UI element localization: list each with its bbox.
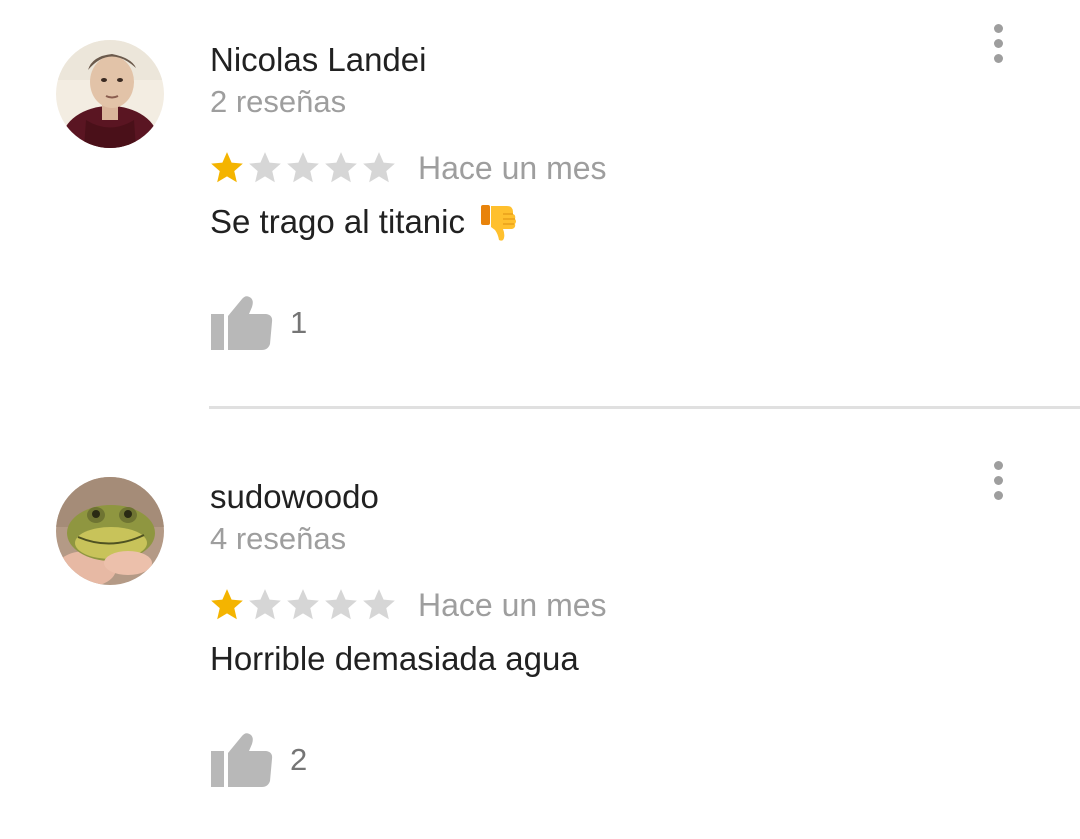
star-empty-icon	[360, 149, 398, 187]
like-count: 1	[290, 305, 308, 340]
review-date: Hace un mes	[418, 587, 607, 623]
review-text: Horrible demasiada agua	[210, 637, 579, 681]
rating-row: Hace un mes	[208, 584, 607, 626]
menu-dot	[993, 490, 1003, 500]
review-date: Hace un mes	[418, 150, 607, 186]
frog-avatar-photo-icon	[56, 477, 164, 585]
star-empty-icon	[284, 586, 322, 624]
menu-dot	[993, 475, 1003, 485]
star-filled-icon	[208, 586, 246, 624]
author-name[interactable]: sudowoodo	[210, 477, 379, 517]
star-empty-icon	[284, 149, 322, 187]
review-card: sudowoodo 4 reseñas Hace un mes Horrible…	[0, 437, 1080, 839]
menu-dot	[993, 53, 1003, 63]
star-empty-icon	[322, 586, 360, 624]
divider	[209, 406, 1080, 409]
thumbs-down-emoji-icon	[477, 201, 519, 243]
helpful-row: 1	[210, 292, 307, 354]
more-vert-icon[interactable]	[978, 18, 1018, 68]
star-empty-icon	[246, 586, 284, 624]
rating-row: Hace un mes	[208, 147, 607, 189]
thumbs-up-icon[interactable]	[210, 729, 274, 791]
star-empty-icon	[322, 149, 360, 187]
review-text-content: Se trago al titanic	[210, 203, 465, 240]
star-filled-icon	[208, 149, 246, 187]
user-avatar-photo-icon	[56, 40, 164, 148]
user-avatar[interactable]	[56, 477, 164, 585]
menu-dot	[993, 460, 1003, 470]
reviews-list: Nicolas Landei 2 reseñas Hace un mes Se …	[0, 0, 1080, 839]
star-empty-icon	[246, 149, 284, 187]
user-avatar[interactable]	[56, 40, 164, 148]
thumbs-up-icon[interactable]	[210, 292, 274, 354]
like-count: 2	[290, 742, 308, 777]
review-text-content: Horrible demasiada agua	[210, 640, 579, 677]
review-text: Se trago al titanic	[210, 200, 519, 244]
review-count: 2 reseñas	[210, 84, 347, 119]
review-card: Nicolas Landei 2 reseñas Hace un mes Se …	[0, 0, 1080, 409]
review-count: 4 reseñas	[210, 521, 347, 556]
star-rating	[208, 586, 398, 624]
author-name[interactable]: Nicolas Landei	[210, 40, 426, 80]
star-rating	[208, 149, 398, 187]
menu-dot	[993, 38, 1003, 48]
more-vert-icon[interactable]	[978, 455, 1018, 505]
helpful-row: 2	[210, 729, 307, 791]
menu-dot	[993, 23, 1003, 33]
star-empty-icon	[360, 586, 398, 624]
